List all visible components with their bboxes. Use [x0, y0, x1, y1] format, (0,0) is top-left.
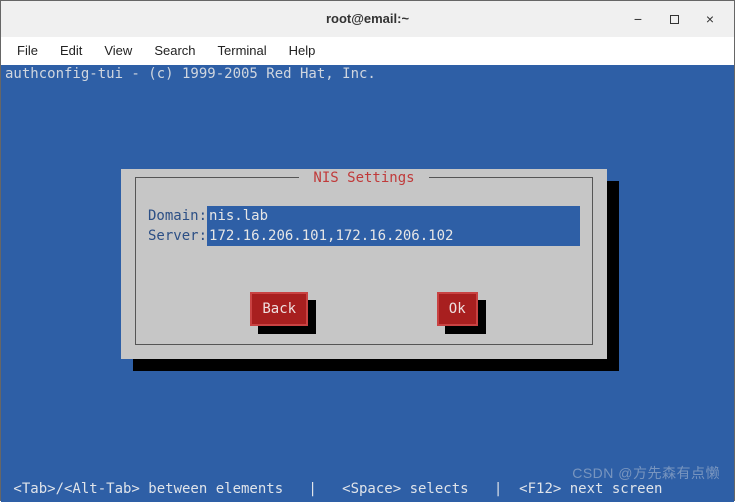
window-controls: − × — [620, 1, 728, 37]
close-button[interactable]: × — [692, 1, 728, 37]
menu-help[interactable]: Help — [279, 39, 326, 62]
server-row: Server: 172.16.206.101,172.16.206.102 — [148, 226, 580, 246]
terminal-area[interactable]: authconfig-tui - (c) 1999-2005 Red Hat, … — [1, 65, 734, 502]
domain-label: Domain: — [148, 206, 207, 226]
menu-file[interactable]: File — [7, 39, 48, 62]
dialog-border: NIS Settings Domain: nis.lab Server: 172… — [135, 177, 593, 345]
nis-settings-dialog: NIS Settings Domain: nis.lab Server: 172… — [121, 169, 607, 359]
dialog-buttons: Back Ok — [136, 292, 592, 326]
menu-search[interactable]: Search — [144, 39, 205, 62]
domain-row: Domain: nis.lab — [148, 206, 580, 226]
server-input[interactable]: 172.16.206.101,172.16.206.102 — [207, 226, 580, 246]
window-titlebar: root@email:~ − × — [1, 1, 734, 37]
close-icon: × — [706, 11, 714, 27]
minimize-button[interactable]: − — [620, 1, 656, 37]
footer-hint-line: <Tab>/<Alt-Tab> between elements | <Spac… — [5, 480, 730, 498]
dialog-title: NIS Settings — [299, 169, 429, 187]
menu-edit[interactable]: Edit — [50, 39, 92, 62]
maximize-icon — [670, 15, 679, 24]
watermark: CSDN @方先森有点懒 — [572, 464, 720, 482]
domain-input[interactable]: nis.lab — [207, 206, 580, 226]
server-label: Server: — [148, 226, 207, 246]
menu-terminal[interactable]: Terminal — [208, 39, 277, 62]
menu-view[interactable]: View — [94, 39, 142, 62]
dialog-form: Domain: nis.lab Server: 172.16.206.101,1… — [148, 206, 580, 246]
minimize-icon: − — [634, 11, 642, 27]
window-title: root@email:~ — [326, 11, 409, 26]
app-header-line: authconfig-tui - (c) 1999-2005 Red Hat, … — [5, 65, 376, 83]
maximize-button[interactable] — [656, 1, 692, 37]
back-button[interactable]: Back — [250, 292, 308, 326]
ok-button-wrap: Ok — [437, 292, 478, 326]
ok-button[interactable]: Ok — [437, 292, 478, 326]
back-button-wrap: Back — [250, 292, 308, 326]
menubar: File Edit View Search Terminal Help — [1, 37, 734, 65]
